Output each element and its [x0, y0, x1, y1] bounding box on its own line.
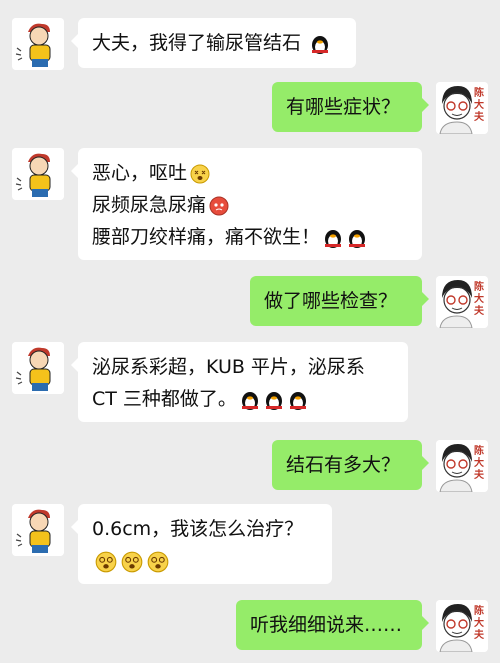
sick-boy-icon [12, 148, 64, 200]
message-text: 做了哪些检查？ [264, 290, 398, 312]
red-flushed-face-icon [209, 196, 229, 215]
doctor-avatar[interactable]: 陈大夫 [436, 276, 488, 328]
message-text: 腰部刀绞样痛，痛不欲生！ [92, 226, 321, 248]
message-text: CT 三种都做了。 [92, 388, 237, 410]
message-text: 恶心，呕吐 [92, 162, 188, 184]
doctor-name-label: 陈大夫 [474, 88, 484, 123]
message-bubble[interactable]: 听我细细说来…… [236, 600, 429, 650]
doctor-avatar[interactable]: 陈大夫 [436, 440, 488, 492]
message-bubble[interactable]: 恶心，呕吐 尿频尿急尿痛 腰部刀绞样痛，痛不欲生！ [71, 148, 422, 260]
sick-boy-icon [12, 504, 64, 556]
dizzy-face-icon [190, 164, 210, 183]
doctor-name-label: 陈大夫 [474, 606, 484, 641]
qq-penguin-icon [312, 35, 329, 54]
qq-penguin-icon [325, 229, 342, 248]
patient-avatar[interactable] [12, 504, 64, 556]
message-text: 结石有多大？ [286, 454, 401, 476]
doctor-avatar[interactable]: 陈大夫 [436, 82, 488, 134]
doctor-name-label: 陈大夫 [474, 282, 484, 317]
patient-avatar[interactable] [12, 18, 64, 70]
qq-penguin-icon [241, 391, 258, 410]
message-text: 0.6cm，我该怎么治疗？ [92, 518, 304, 540]
sick-boy-icon [12, 18, 64, 70]
patient-avatar[interactable] [12, 148, 64, 200]
message-bubble[interactable]: 结石有多大？ [272, 440, 429, 490]
message-text: 有哪些症状？ [286, 96, 401, 118]
qq-penguin-icon [265, 391, 282, 410]
doctor-name-label: 陈大夫 [474, 446, 484, 481]
message-bubble[interactable]: 有哪些症状？ [272, 82, 429, 132]
dizzy-face-icon [95, 551, 117, 572]
message-line [92, 545, 318, 577]
dizzy-face-icon [121, 551, 143, 572]
sick-boy-icon [12, 342, 64, 394]
message-text: 泌尿系彩超，KUB 平片，泌尿系 [92, 356, 365, 378]
message-text: 大夫，我得了输尿管结石 [92, 32, 302, 54]
qq-penguin-icon [349, 229, 366, 248]
message-line: CT 三种都做了。 [92, 383, 394, 415]
message-line: 泌尿系彩超，KUB 平片，泌尿系 [92, 351, 394, 383]
message-line: 恶心，呕吐 [92, 157, 408, 189]
dizzy-face-icon [147, 551, 169, 572]
message-bubble[interactable]: 泌尿系彩超，KUB 平片，泌尿系 CT 三种都做了。 [71, 342, 408, 422]
message-bubble[interactable]: 做了哪些检查？ [250, 276, 429, 326]
message-text: 听我细细说来…… [250, 614, 403, 636]
message-bubble[interactable]: 大夫，我得了输尿管结石 [71, 18, 356, 68]
qq-penguin-icon [289, 391, 306, 410]
doctor-avatar[interactable]: 陈大夫 [436, 600, 488, 652]
patient-avatar[interactable] [12, 342, 64, 394]
message-line: 0.6cm，我该怎么治疗？ [92, 513, 318, 545]
message-text: 尿频尿急尿痛 [92, 194, 207, 216]
message-line: 尿频尿急尿痛 [92, 189, 408, 221]
message-bubble[interactable]: 0.6cm，我该怎么治疗？ [71, 504, 332, 584]
message-line: 腰部刀绞样痛，痛不欲生！ [92, 221, 408, 253]
